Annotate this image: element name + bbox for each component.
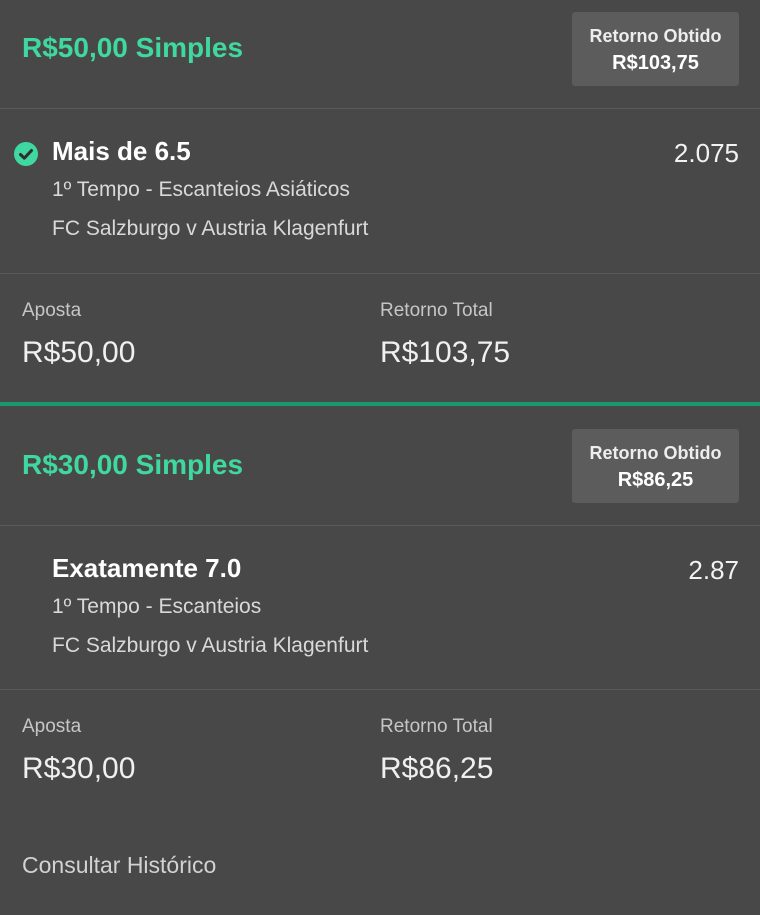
return-obtained-box: Retorno Obtido R$103,75: [572, 12, 739, 86]
stake-value: R$30,00: [22, 752, 136, 785]
history-link[interactable]: Consultar Histórico: [22, 852, 216, 879]
divider: [0, 108, 760, 109]
bet-title: R$50,00 Simples: [22, 32, 244, 63]
selection-market: 1º Tempo - Escanteios: [52, 595, 262, 618]
stake-value: R$50,00: [22, 336, 136, 369]
stake-label: Aposta: [22, 300, 82, 321]
return-obtained-label: Retorno Obtido: [589, 26, 722, 46]
total-return-label: Retorno Total: [380, 716, 493, 737]
return-obtained-value: R$103,75: [612, 52, 699, 74]
selection-odds: 2.075: [673, 138, 739, 168]
total-return-value: R$103,75: [380, 336, 511, 369]
return-obtained-label: Retorno Obtido: [589, 443, 722, 463]
divider: [0, 525, 760, 526]
return-obtained-box: Retorno Obtido R$86,25: [572, 429, 739, 503]
selection-event: FC Salzburgo v Austria Klagenfurt: [52, 217, 369, 240]
check-circle-icon: [13, 141, 39, 172]
bet-separator: [0, 402, 760, 406]
selection-market: 1º Tempo - Escanteios Asiáticos: [52, 178, 350, 201]
total-return-value: R$86,25: [380, 752, 494, 785]
stake-label: Aposta: [22, 716, 82, 737]
selection-name: Mais de 6.5: [52, 136, 191, 166]
selection-odds: 2.87: [688, 555, 739, 585]
selection-event: FC Salzburgo v Austria Klagenfurt: [52, 634, 369, 657]
bet-title: R$30,00 Simples: [22, 449, 244, 480]
selection-name: Exatamente 7.0: [52, 553, 242, 583]
return-obtained-value: R$86,25: [617, 469, 694, 491]
divider: [0, 689, 760, 690]
divider: [0, 273, 760, 274]
total-return-label: Retorno Total: [380, 300, 493, 321]
